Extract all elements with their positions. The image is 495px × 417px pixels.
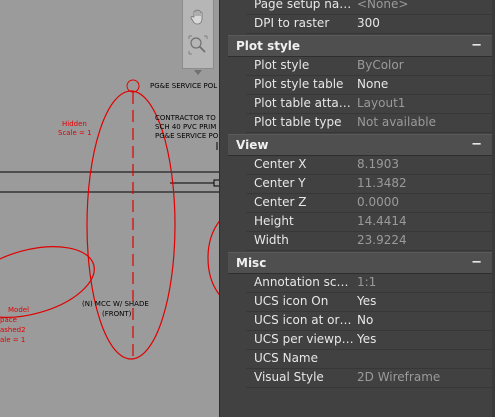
property-label: Plot table type bbox=[254, 115, 342, 129]
property-value[interactable]: Layout1 bbox=[357, 94, 492, 113]
property-label: Plot style table bbox=[254, 77, 344, 91]
property-label: Annotation scale bbox=[254, 275, 354, 289]
pge-pole-label: PG&E SERVICE POL bbox=[150, 82, 218, 90]
property-value[interactable]: ByColor bbox=[357, 56, 492, 75]
property-label: UCS icon at orig... bbox=[254, 313, 354, 327]
property-value[interactable]: 1:1 bbox=[357, 273, 492, 292]
property-label: Center Y bbox=[254, 176, 306, 190]
property-label: Center X bbox=[254, 157, 307, 171]
property-row-height[interactable]: Height 14.4414 bbox=[246, 212, 495, 232]
model-space-label: pace bbox=[0, 316, 17, 324]
section-header-plot-style[interactable]: Plot style − bbox=[228, 35, 492, 57]
contractor-note-line-3: PG&E SERVICE PO bbox=[155, 132, 219, 140]
property-row-plot-style-table[interactable]: Plot style table None bbox=[246, 75, 495, 95]
property-row-plot-style[interactable]: Plot style ByColor bbox=[246, 56, 495, 76]
section-header-view[interactable]: View − bbox=[228, 134, 492, 156]
property-value[interactable]: No bbox=[357, 311, 492, 330]
mcc-front-label: (FRONT) bbox=[102, 310, 132, 318]
zoom-extents-icon[interactable] bbox=[187, 34, 209, 56]
contractor-note-line-1: CONTRACTOR TO bbox=[155, 114, 216, 122]
property-value[interactable]: <None> bbox=[357, 0, 492, 14]
property-value[interactable]: 11.3482 bbox=[357, 174, 492, 193]
property-label: DPI to raster bbox=[254, 16, 330, 30]
section-title: Misc bbox=[236, 256, 267, 270]
section-title: View bbox=[236, 138, 269, 152]
property-row-plot-table-attach[interactable]: Plot table attach... Layout1 bbox=[246, 94, 495, 114]
contractor-note-line-2: SCH 40 PVC PRIM bbox=[155, 123, 217, 131]
property-label: Center Z bbox=[254, 195, 307, 209]
navigation-bar bbox=[182, 0, 214, 75]
section-title: Plot style bbox=[236, 39, 301, 53]
drawing-canvas[interactable]: PG&E SERVICE POL CONTRACTOR TO SCH 40 PV… bbox=[0, 0, 220, 417]
property-label: Plot table attach... bbox=[254, 96, 354, 110]
pole-circle bbox=[126, 79, 140, 93]
hidden-label: Hidden bbox=[62, 120, 87, 128]
hand-pan-icon[interactable] bbox=[189, 8, 207, 26]
collapse-icon[interactable]: − bbox=[471, 36, 482, 56]
property-row-ucs-name[interactable]: UCS Name bbox=[246, 349, 495, 369]
model-scale-label: ale = 1 bbox=[0, 336, 26, 344]
collapse-icon[interactable]: − bbox=[471, 135, 482, 155]
property-value[interactable]: 300 bbox=[357, 14, 492, 33]
property-label: Height bbox=[254, 214, 294, 228]
property-row-width[interactable]: Width 23.9224 bbox=[246, 231, 495, 251]
navbar-dropdown-icon[interactable] bbox=[194, 60, 202, 75]
property-value[interactable]: 14.4414 bbox=[357, 212, 492, 231]
property-row-page-setup[interactable]: Page setup name <None> bbox=[246, 0, 495, 15]
property-label: UCS icon On bbox=[254, 294, 329, 308]
property-row-center-y[interactable]: Center Y 11.3482 bbox=[246, 174, 495, 194]
property-value[interactable]: Yes bbox=[357, 330, 492, 349]
property-row-annotation-scale[interactable]: Annotation scale 1:1 bbox=[246, 273, 495, 293]
property-row-center-z[interactable]: Center Z 0.0000 bbox=[246, 193, 495, 213]
property-row-dpi[interactable]: DPI to raster 300 bbox=[246, 14, 495, 34]
property-value[interactable]: Not available bbox=[357, 113, 492, 132]
model-linetype-label: ashed2 bbox=[0, 326, 26, 334]
palette-gutter bbox=[220, 0, 246, 417]
property-row-ucs-icon-origin[interactable]: UCS icon at orig... No bbox=[246, 311, 495, 331]
property-label: UCS Name bbox=[254, 351, 318, 365]
property-value[interactable]: 2D Wireframe bbox=[357, 368, 492, 387]
property-label: Visual Style bbox=[254, 370, 324, 384]
property-row-center-x[interactable]: Center X 8.1903 bbox=[246, 155, 495, 175]
property-row-plot-table-type[interactable]: Plot table type Not available bbox=[246, 113, 495, 133]
property-value[interactable]: Yes bbox=[357, 292, 492, 311]
property-value[interactable]: 0.0000 bbox=[357, 193, 492, 212]
property-value[interactable]: None bbox=[357, 75, 492, 94]
property-label: Page setup name bbox=[254, 0, 354, 11]
section-header-misc[interactable]: Misc − bbox=[228, 252, 492, 274]
property-value[interactable]: 8.1903 bbox=[357, 155, 492, 174]
property-label: Plot style bbox=[254, 58, 310, 72]
collapse-icon[interactable]: − bbox=[471, 253, 482, 273]
property-value[interactable]: 23.9224 bbox=[357, 231, 492, 250]
property-label: UCS per viewport bbox=[254, 332, 354, 346]
property-row-visual-style[interactable]: Visual Style 2D Wireframe bbox=[246, 368, 495, 388]
property-row-ucs-icon-on[interactable]: UCS icon On Yes bbox=[246, 292, 495, 312]
property-row-ucs-per-viewport[interactable]: UCS per viewport Yes bbox=[246, 330, 495, 350]
hidden-scale-label: Scale = 1 bbox=[58, 129, 92, 137]
properties-palette: Page setup name <None> DPI to raster 300… bbox=[219, 0, 495, 417]
model-label: Model bbox=[8, 306, 30, 314]
mcc-label: (N) MCC W/ SHADE bbox=[82, 300, 149, 308]
property-label: Width bbox=[254, 233, 289, 247]
property-value[interactable] bbox=[357, 349, 492, 368]
